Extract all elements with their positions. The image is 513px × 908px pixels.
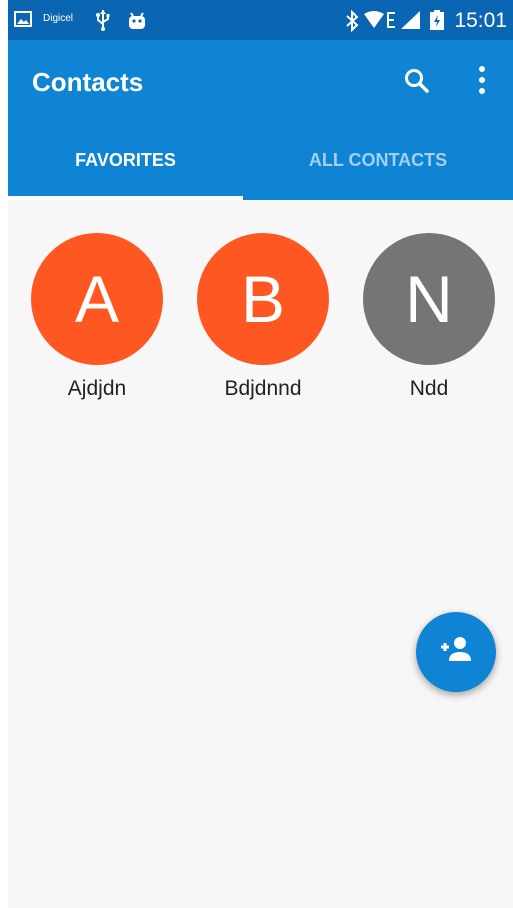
bluetooth-icon bbox=[346, 10, 359, 32]
contact-name: Ndd bbox=[409, 377, 449, 400]
tab-favorites[interactable]: FAVORITES bbox=[8, 138, 243, 200]
contact-name: Ajdjdn bbox=[67, 377, 127, 400]
contact-name: Bdjdnnd bbox=[224, 377, 302, 400]
app-bar: Contacts FAVORITES ALL CONTACTS bbox=[8, 40, 513, 200]
add-contact-button[interactable] bbox=[416, 612, 496, 692]
tab-favorites-label: FAVORITES bbox=[75, 150, 176, 170]
favorite-contact[interactable]: N Ndd bbox=[363, 233, 495, 413]
more-vert-icon[interactable] bbox=[472, 64, 492, 98]
usb-icon bbox=[96, 10, 110, 31]
gallery-icon bbox=[14, 11, 32, 27]
avatar: B bbox=[197, 233, 329, 365]
add-contact-icon bbox=[441, 637, 471, 661]
avatar: N bbox=[363, 233, 495, 365]
edge-network-icon bbox=[387, 12, 395, 28]
wifi-icon bbox=[364, 11, 384, 28]
battery-charging-icon bbox=[430, 10, 444, 30]
favorite-contact[interactable]: B Bdjdnnd bbox=[197, 233, 329, 413]
status-bar: Digicel 15:01 bbox=[8, 0, 513, 40]
android-debug-icon bbox=[129, 12, 145, 29]
favorites-grid: A Ajdjdn B Bdjdnnd N Ndd bbox=[8, 200, 513, 908]
signal-icon bbox=[401, 11, 420, 29]
avatar: A bbox=[31, 233, 163, 365]
app-title: Contacts bbox=[32, 67, 144, 97]
favorite-contact[interactable]: A Ajdjdn bbox=[31, 233, 163, 413]
contacts-screen: Digicel 15:01 Contacts FAVORITES ALL CON… bbox=[8, 0, 513, 908]
status-time: 15:01 bbox=[454, 9, 507, 32]
tab-all-contacts-label: ALL CONTACTS bbox=[308, 150, 448, 170]
search-icon[interactable] bbox=[403, 67, 431, 95]
tab-all-contacts[interactable]: ALL CONTACTS bbox=[243, 138, 513, 200]
carrier-label: Digicel bbox=[43, 13, 74, 24]
